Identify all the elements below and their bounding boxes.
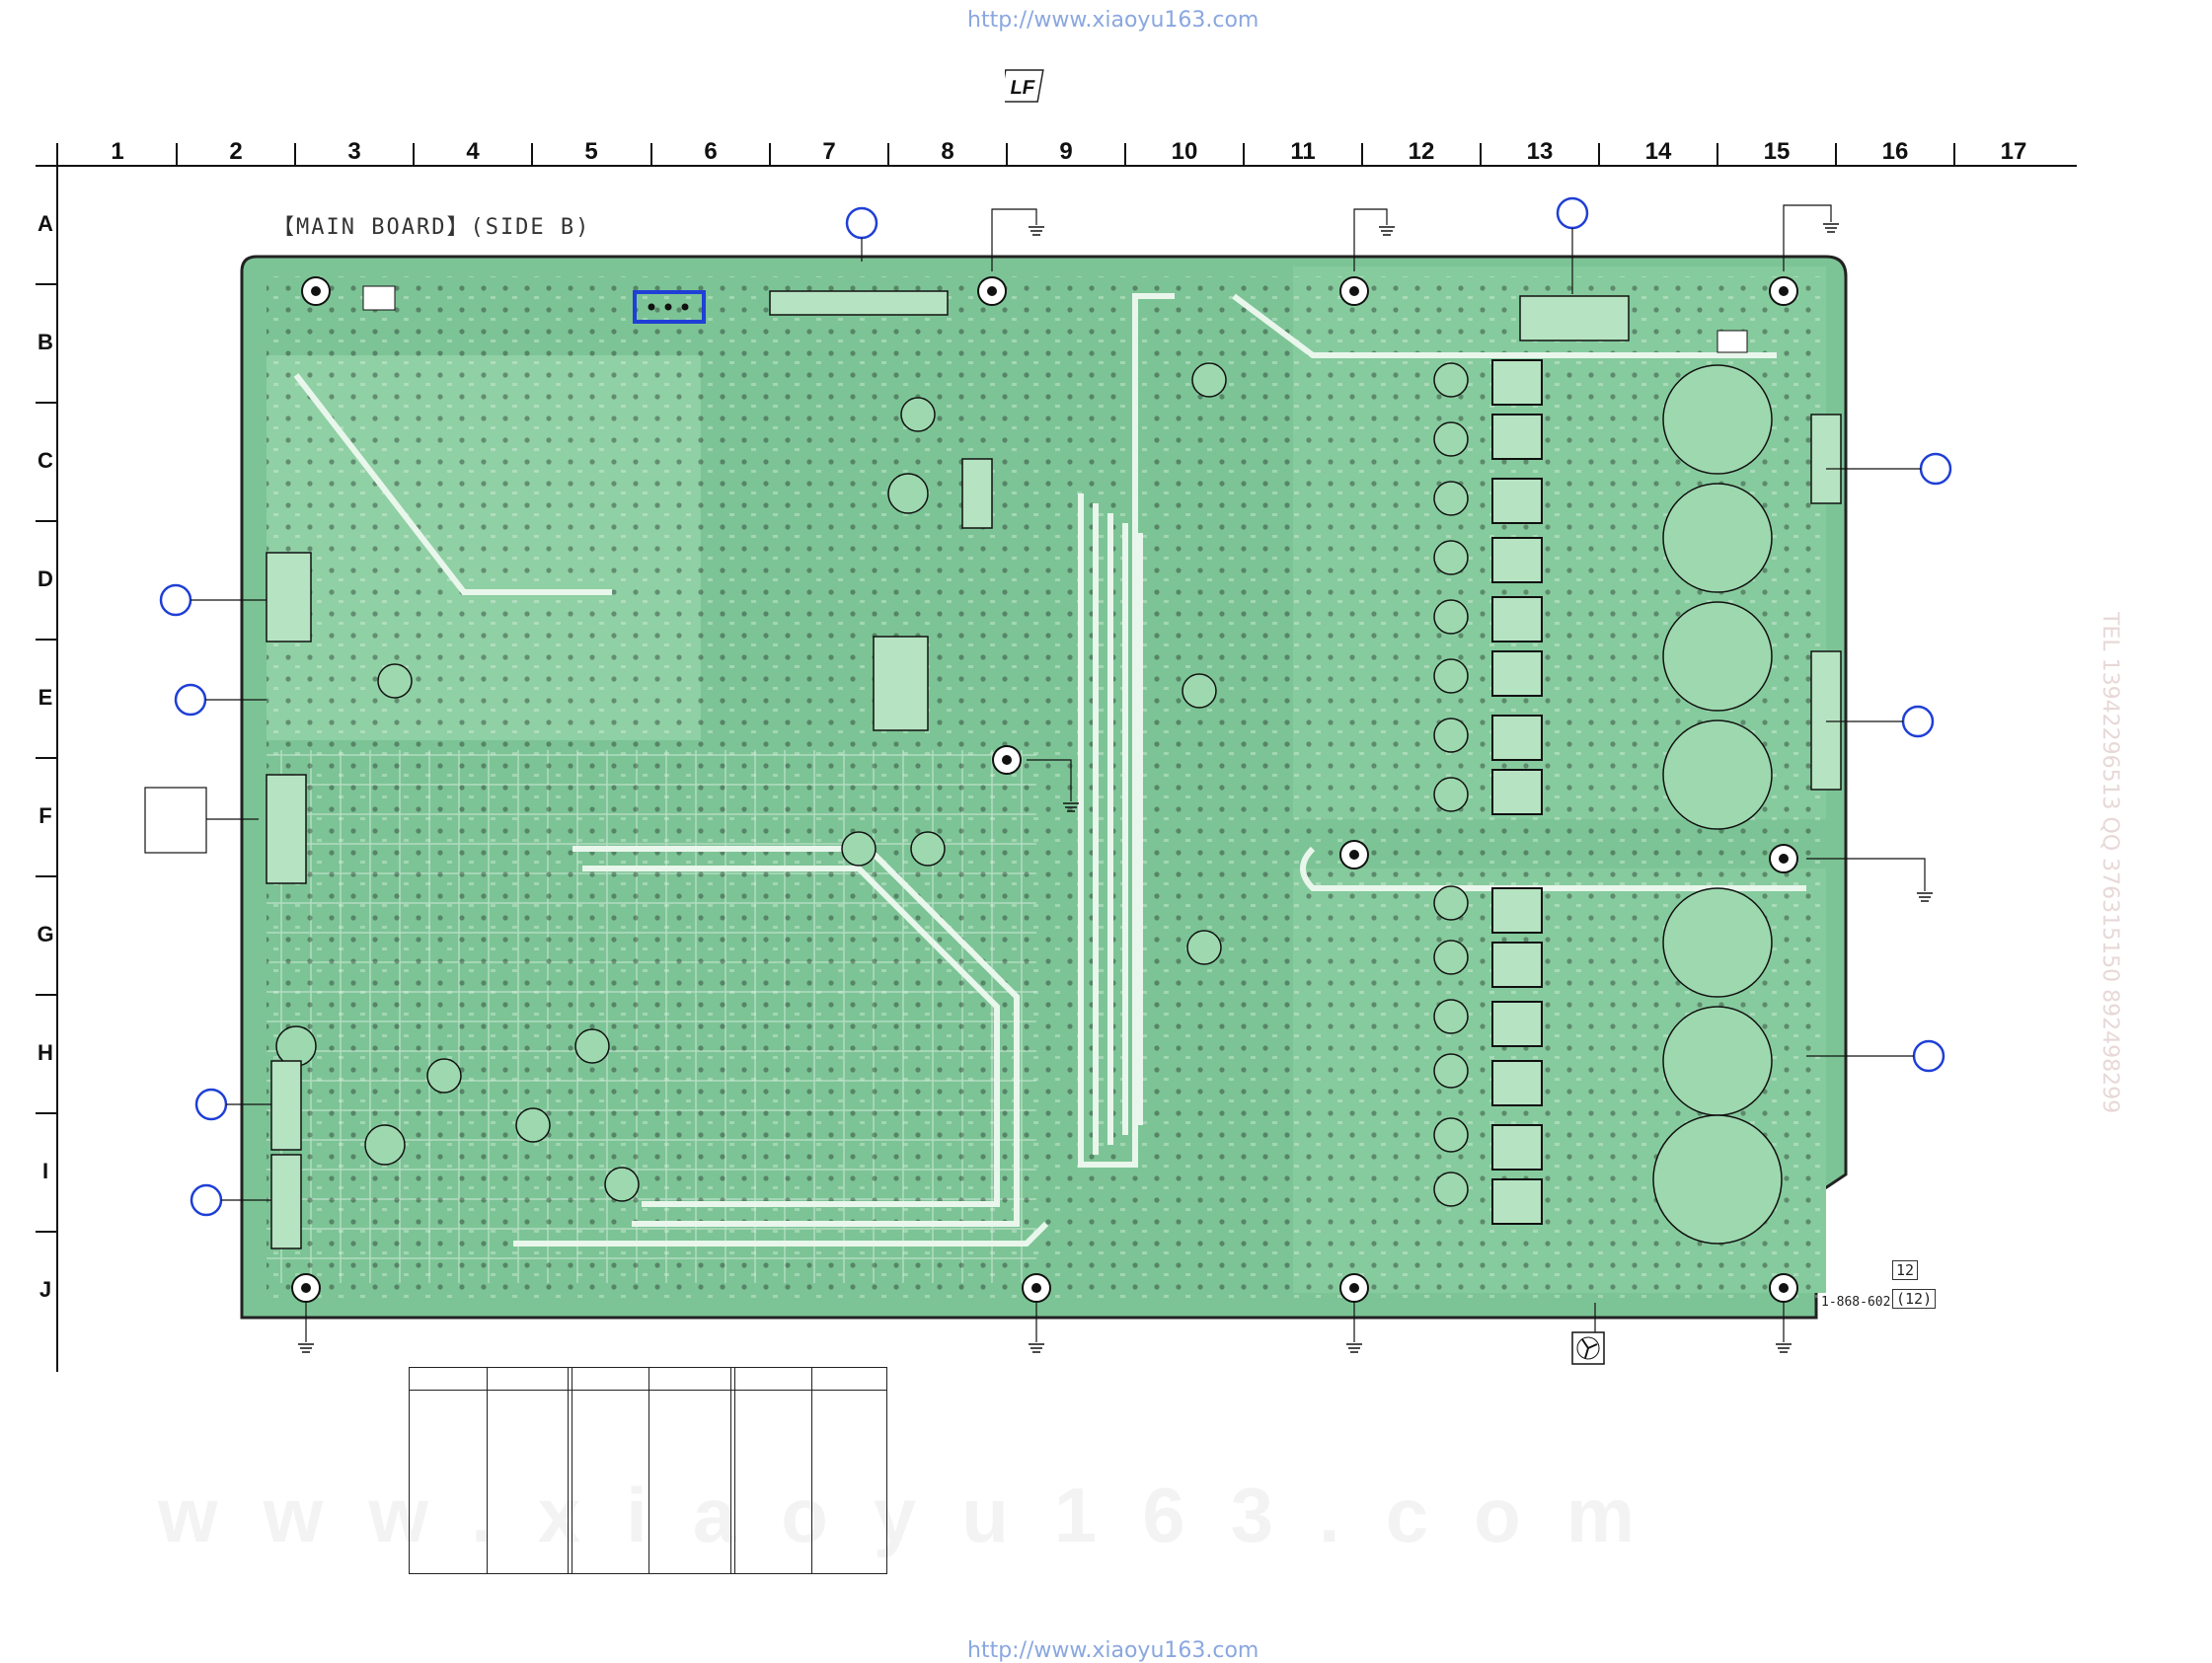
table-col-divider <box>648 1368 649 1573</box>
table-col-divider <box>487 1368 488 1573</box>
board-part-number: 1-868-602- <box>1821 1295 1899 1310</box>
pcb-board <box>144 196 1952 1365</box>
table-col-divider <box>730 1368 731 1573</box>
parts-table <box>409 1367 887 1574</box>
table-col-divider <box>811 1368 812 1573</box>
board-code-box: 12 <box>1892 1260 1919 1280</box>
table-col-divider <box>568 1368 569 1573</box>
table-col-divider <box>734 1368 735 1573</box>
board-code-box: (12) <box>1892 1289 1937 1309</box>
